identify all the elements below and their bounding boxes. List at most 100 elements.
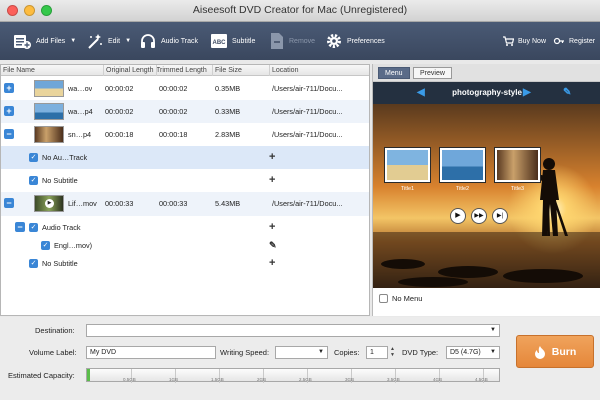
capacity-tick-label: 2GB <box>257 377 267 382</box>
add-files-label: Add Files <box>36 37 66 45</box>
original-length: 00:00:33 <box>105 199 134 208</box>
audio-item-checkbox[interactable]: ✓ <box>41 241 50 250</box>
next-template-icon[interactable]: ▶ <box>523 82 531 104</box>
col-file-name[interactable]: File Name <box>1 65 103 76</box>
add-subtitle-icon[interactable]: + <box>269 169 275 192</box>
buy-now-label: Buy Now <box>518 37 547 45</box>
previous-template-icon[interactable]: ◀ <box>417 82 425 104</box>
subtitle-name: No Subtitle <box>42 176 78 185</box>
chevron-down-icon: ▼ <box>490 349 496 355</box>
zoom-window-button[interactable] <box>41 5 52 16</box>
svg-text:ABC: ABC <box>213 40 227 46</box>
tab-menu[interactable]: Menu <box>378 67 410 79</box>
col-file-size[interactable]: File Size <box>212 65 269 76</box>
play-icon[interactable]: ▶ <box>45 199 54 208</box>
subtitle-icon: ABC <box>211 34 227 48</box>
subtitle-checkbox[interactable]: ✓ <box>29 176 38 185</box>
burn-button[interactable]: Burn <box>516 335 594 368</box>
buy-now-button[interactable]: Buy Now <box>502 22 546 60</box>
table-row[interactable]: + wa…ov 00:00:02 00:00:02 0.35MB /Users/… <box>1 77 369 100</box>
add-files-icon <box>14 35 31 49</box>
col-location[interactable]: Location <box>269 65 369 76</box>
remove-button[interactable]: Remove <box>269 22 315 60</box>
copies-input[interactable]: 1 <box>366 346 388 359</box>
edit-button[interactable]: Edit ▼ <box>86 22 131 60</box>
dvd-type-label: DVD Type: <box>402 348 439 357</box>
register-button[interactable]: Register <box>553 22 595 60</box>
tab-preview[interactable]: Preview <box>413 67 452 79</box>
menu-canvas: Title1 Title2 Title3 ▶ ▶▶ ▶| <box>373 104 600 288</box>
original-length: 00:00:18 <box>105 130 134 139</box>
title-bar: Aiseesoft DVD Creator for Mac (Unregiste… <box>0 0 600 22</box>
writing-speed-select[interactable]: ▼ <box>275 346 328 359</box>
expand-icon[interactable]: + <box>4 83 14 93</box>
collapse-icon[interactable]: − <box>4 198 14 208</box>
close-window-button[interactable] <box>7 5 18 16</box>
file-list-header: File Name Original Length Trimmed Length… <box>1 65 369 76</box>
minimize-window-button[interactable] <box>24 5 35 16</box>
no-menu-option[interactable]: No Menu <box>379 294 422 303</box>
capacity-tick-label: 3GB <box>345 377 355 382</box>
add-subtitle-icon[interactable]: + <box>269 252 275 275</box>
volume-label-input[interactable]: My DVD <box>86 346 216 359</box>
audio-track-checkbox[interactable]: ✓ <box>29 223 38 232</box>
file-location: /Users/air-711/Docu... <box>272 199 343 208</box>
preferences-button[interactable]: Preferences <box>325 22 385 60</box>
no-menu-checkbox[interactable] <box>379 294 388 303</box>
magic-wand-icon <box>88 34 102 49</box>
copies-label: Copies: <box>334 348 360 357</box>
trimmed-length: 00:00:02 <box>159 107 188 116</box>
copies-stepper[interactable]: ▲ ▼ <box>389 346 396 359</box>
trimmed-length: 00:00:18 <box>159 130 188 139</box>
audio-track-row[interactable]: ✓ No Au…Track + <box>1 146 369 169</box>
play-all-icon[interactable]: ▶▶ <box>471 208 487 224</box>
expand-icon[interactable]: + <box>4 106 14 116</box>
next-chapter-icon[interactable]: ▶| <box>492 208 508 224</box>
title-thumbnail[interactable] <box>495 148 540 182</box>
subtitle-row[interactable]: ✓ No Subtitle + <box>1 169 369 192</box>
subtitle-button[interactable]: ABC Subtitle <box>210 22 255 60</box>
dvd-type-select[interactable]: D5 (4.7G) ▼ <box>446 346 500 359</box>
video-thumbnail <box>34 126 64 143</box>
file-location: /Users/air-711/Docu... <box>272 84 343 93</box>
file-name: wa…ov <box>68 84 93 93</box>
menu-preview-pane: Menu Preview ◀ photography-style ▶ ✎ Tit… <box>372 64 600 316</box>
destination-select[interactable]: ▼ <box>86 324 500 337</box>
flame-icon <box>534 345 545 359</box>
file-size: 0.35MB <box>215 84 241 93</box>
add-files-button[interactable]: Add Files ▼ <box>12 22 76 60</box>
title-thumbnail-label: Title1 <box>400 186 415 192</box>
table-row[interactable]: − sn…p4 00:00:18 00:00:18 2.83MB /Users/… <box>1 123 369 146</box>
title-thumbnail[interactable] <box>385 148 430 182</box>
edit-label: Edit <box>108 37 121 45</box>
window-title: Aiseesoft DVD Creator for Mac (Unregiste… <box>192 4 408 16</box>
play-icon[interactable]: ▶ <box>450 208 466 224</box>
subtitle-label: Subtitle <box>232 37 256 45</box>
title-thumbnail-label: Title2 <box>455 186 470 192</box>
collapse-icon[interactable]: − <box>4 129 14 139</box>
file-location: /Users/air-711/Docu... <box>272 130 343 139</box>
col-original-length[interactable]: Original Length <box>103 65 156 76</box>
audio-track-button[interactable]: Audio Track <box>139 22 198 60</box>
writing-speed-label: Writing Speed: <box>220 348 270 357</box>
table-row[interactable]: − ▶ Lif…mov 00:00:33 00:00:33 5.43MB /Us… <box>1 192 369 216</box>
add-audio-icon[interactable]: + <box>269 146 275 169</box>
original-length: 00:00:02 <box>105 107 134 116</box>
table-row[interactable]: + wa…p4 00:00:02 00:00:02 0.33MB /Users/… <box>1 100 369 123</box>
title-thumbnail[interactable] <box>440 148 485 182</box>
subtitle-checkbox[interactable]: ✓ <box>29 259 38 268</box>
chevron-down-icon: ▼ <box>318 349 324 355</box>
col-trimmed-length[interactable]: Trimmed Length <box>156 65 212 76</box>
subtitle-row[interactable]: ✓ No Subtitle + <box>1 252 369 275</box>
edit-menu-icon[interactable]: ✎ <box>563 82 571 104</box>
chevron-down-icon: ▼ <box>70 38 77 44</box>
collapse-icon[interactable]: − <box>15 222 25 232</box>
chevron-down-icon: ▼ <box>490 327 496 333</box>
remove-label: Remove <box>289 37 316 45</box>
capacity-tick-label: 1.5GB <box>211 377 224 382</box>
capacity-tick-label: 2.5GB <box>299 377 312 382</box>
audio-track-checkbox[interactable]: ✓ <box>29 153 38 162</box>
template-name: photography-style <box>452 88 522 97</box>
destination-label: Destination: <box>35 326 75 335</box>
capacity-tick-label: 3.5GB <box>387 377 400 382</box>
